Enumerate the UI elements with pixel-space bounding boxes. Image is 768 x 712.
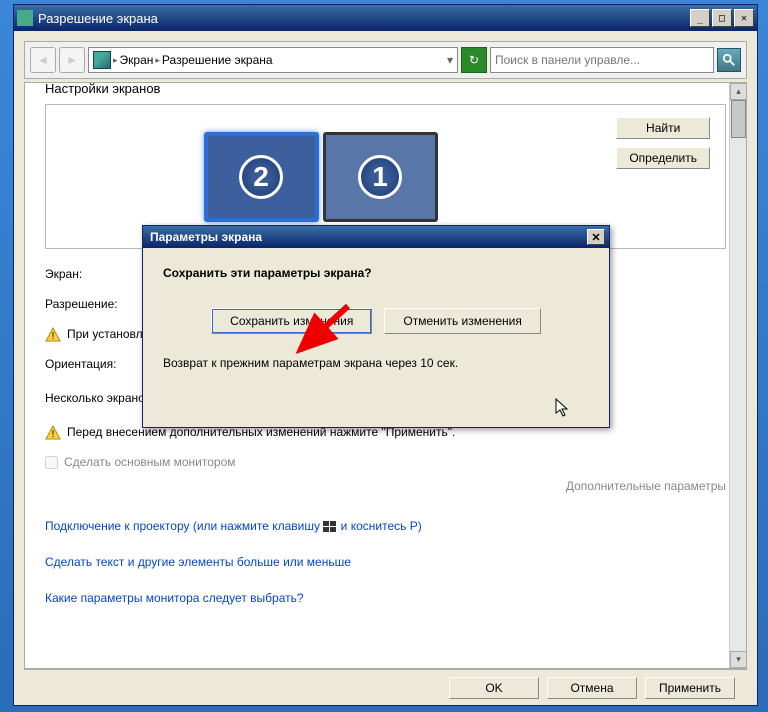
bottom-button-bar: OK Отмена Применить — [24, 669, 747, 705]
make-main-label: Сделать основным монитором — [64, 455, 236, 469]
refresh-button[interactable]: ↻ — [461, 47, 487, 73]
find-button[interactable]: Найти — [616, 117, 710, 139]
breadcrumb-item[interactable]: Экран — [120, 53, 154, 67]
monitor-1[interactable]: 1 — [323, 132, 438, 222]
nav-toolbar: ◄ ► ▸ Экран ▸ Разрешение экрана ▾ ↻ — [24, 41, 747, 79]
scroll-thumb[interactable] — [731, 100, 746, 138]
ok-button[interactable]: OK — [449, 677, 539, 699]
revert-changes-button[interactable]: Отменить изменения — [384, 308, 540, 334]
control-panel-icon — [93, 51, 111, 69]
dialog-titlebar: Параметры экрана ✕ — [143, 226, 609, 248]
dialog-countdown: Возврат к прежним параметрам экрана чере… — [163, 356, 589, 370]
save-changes-button[interactable]: Сохранить изменения — [211, 308, 372, 334]
monitor-number: 1 — [358, 155, 402, 199]
breadcrumb[interactable]: ▸ Экран ▸ Разрешение экрана ▾ — [88, 47, 458, 73]
which-monitor-link[interactable]: Какие параметры монитора следует выбрать… — [45, 591, 304, 605]
apply-button[interactable]: Применить — [645, 677, 735, 699]
monitor-number: 2 — [239, 155, 283, 199]
dialog-question: Сохранить эти параметры экрана? — [163, 266, 589, 280]
chevron-right-icon: ▸ — [113, 55, 118, 66]
window-titlebar: Разрешение экрана _ □ ✕ — [14, 5, 757, 31]
dialog-close-button[interactable]: ✕ — [587, 229, 605, 245]
dialog-body: Сохранить эти параметры экрана? Сохранит… — [143, 248, 609, 427]
make-main-row: Сделать основным монитором — [45, 455, 726, 469]
make-main-checkbox[interactable] — [45, 456, 58, 469]
warning-icon: ! — [45, 327, 61, 343]
window-controls: _ □ ✕ — [690, 9, 754, 27]
close-button[interactable]: ✕ — [734, 9, 754, 27]
maximize-button[interactable]: □ — [712, 9, 732, 27]
nav-forward-button[interactable]: ► — [59, 47, 85, 73]
svg-text:!: ! — [52, 331, 55, 342]
confirm-dialog: Параметры экрана ✕ Сохранить эти парамет… — [142, 225, 610, 428]
advanced-params-link[interactable]: Дополнительные параметры — [45, 479, 726, 493]
identify-button[interactable]: Определить — [616, 147, 710, 169]
scroll-down-button[interactable]: ▾ — [730, 651, 747, 668]
app-icon — [17, 10, 33, 26]
window-title: Разрешение экрана — [38, 11, 690, 26]
projector-link[interactable]: Подключение к проектору (или нажмите кла… — [45, 519, 422, 533]
svg-text:!: ! — [52, 429, 55, 440]
nav-back-button[interactable]: ◄ — [30, 47, 56, 73]
minimize-button[interactable]: _ — [690, 9, 710, 27]
dialog-title: Параметры экрана — [147, 230, 587, 244]
cancel-button[interactable]: Отмена — [547, 677, 637, 699]
text-size-link[interactable]: Сделать текст и другие элементы больше и… — [45, 555, 351, 569]
search-input[interactable] — [495, 53, 709, 67]
vertical-scrollbar[interactable]: ▴ ▾ — [729, 83, 746, 668]
windows-key-icon — [323, 521, 337, 533]
search-box[interactable] — [490, 47, 714, 73]
breadcrumb-item[interactable]: Разрешение экрана — [162, 53, 273, 67]
warning-icon: ! — [45, 425, 61, 441]
section-title: Настройки экранов — [45, 82, 726, 96]
monitor-2[interactable]: 2 — [204, 132, 319, 222]
breadcrumb-dropdown-icon[interactable]: ▾ — [447, 53, 453, 67]
scroll-up-button[interactable]: ▴ — [730, 83, 747, 100]
search-button[interactable] — [717, 48, 741, 72]
chevron-right-icon: ▸ — [155, 55, 160, 66]
